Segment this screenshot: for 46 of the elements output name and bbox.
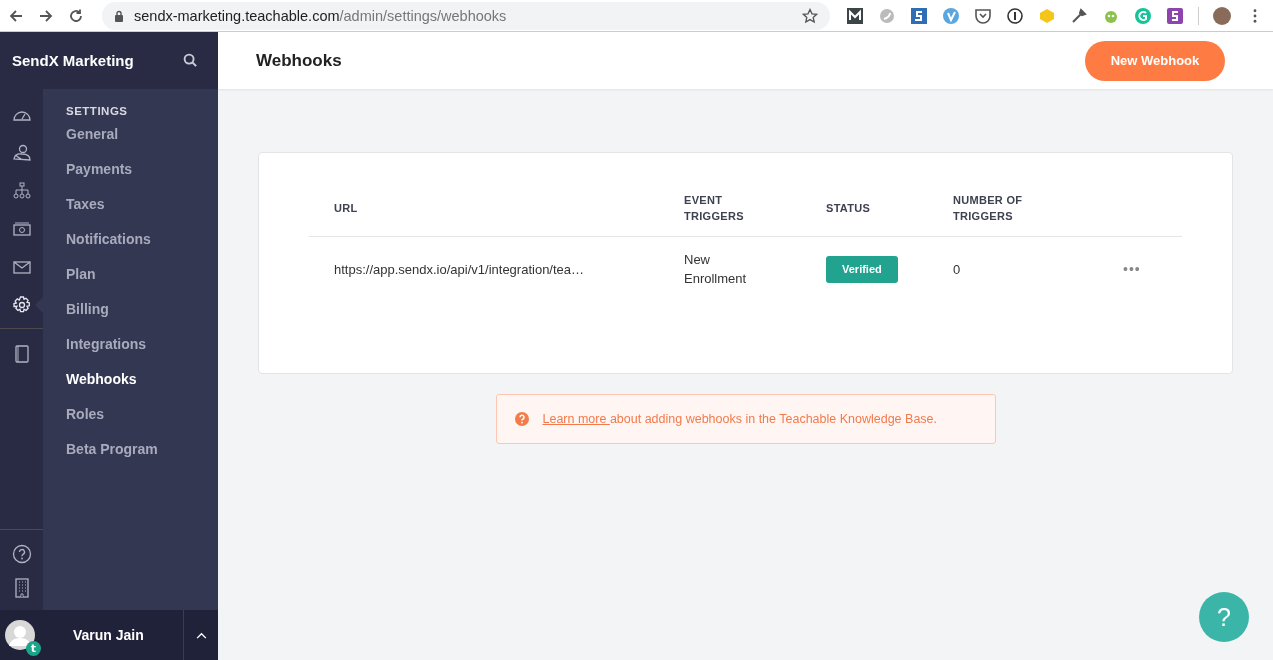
learn-more-link[interactable]: Learn more	[542, 412, 610, 426]
notice-text: Learn more about adding webhooks in the Teachable Knowledge Base.	[542, 412, 937, 426]
sidebar-item[interactable]: Notifications	[66, 230, 158, 265]
page-title: Webhooks	[256, 50, 342, 71]
sidebar-item[interactable]: Plan	[66, 265, 158, 300]
event-cell-text: New Enrollment	[684, 251, 748, 288]
eyedropper-icon[interactable]	[1070, 6, 1088, 25]
pocket-icon[interactable]	[974, 6, 992, 25]
sidebar-item[interactable]: Taxes	[66, 195, 158, 230]
extension-icon[interactable]	[1006, 6, 1024, 25]
new-webhook-button[interactable]: New Webhook	[1085, 40, 1225, 81]
school-badge: t	[26, 641, 41, 656]
column-header: URL	[334, 200, 359, 216]
extension-icon[interactable]	[1166, 6, 1184, 25]
sidebar-item[interactable]: Payments	[66, 160, 158, 195]
profile-avatar-icon[interactable]	[1213, 6, 1231, 25]
caret-icon[interactable]	[195, 631, 207, 639]
lock-icon	[114, 9, 124, 22]
sidebar-item[interactable]: Integrations	[66, 335, 158, 370]
school-name[interactable]: SendX Marketing	[12, 52, 134, 69]
sidebar-item[interactable]: Webhooks	[66, 370, 158, 405]
extension-icon[interactable]	[846, 6, 864, 25]
sidebar-item[interactable]: General	[66, 125, 158, 160]
url-cell-text: https://app.sendx.io/api/v1/integration/tea…	[334, 260, 586, 279]
star-icon[interactable]	[802, 7, 818, 24]
column-header: NUMBER OF TRIGGERS	[953, 192, 1024, 224]
more-icon[interactable]	[1253, 8, 1257, 23]
avatar-icon[interactable]	[5, 620, 35, 650]
sidebar-item[interactable]: Beta Program	[66, 440, 158, 475]
user-name[interactable]: Varun Jain	[73, 627, 183, 643]
column-header: EVENT TRIGGERS	[684, 192, 745, 224]
column-header: STATUS	[826, 200, 872, 216]
forward-icon[interactable]	[38, 7, 54, 24]
section-title: SETTINGS	[66, 105, 129, 117]
status-badge: Verified	[826, 255, 898, 283]
help-icon[interactable]	[11, 544, 32, 564]
help-icon	[514, 412, 529, 426]
address-bar[interactable]: sendx-marketing.teachable.com/admin/settings/webhooks	[102, 1, 830, 30]
sidebar-item[interactable]: Billing	[66, 300, 158, 335]
reload-icon[interactable]	[68, 7, 84, 24]
count-cell-text: 0	[953, 260, 962, 279]
url-text: sendx-marketing.teachable.com/admin/settings/webhooks	[134, 7, 508, 24]
sidebar-item[interactable]: Roles	[66, 405, 158, 440]
search-icon[interactable]	[183, 53, 198, 68]
row-menu[interactable]: •••	[1123, 260, 1141, 277]
back-icon[interactable]	[8, 7, 24, 24]
